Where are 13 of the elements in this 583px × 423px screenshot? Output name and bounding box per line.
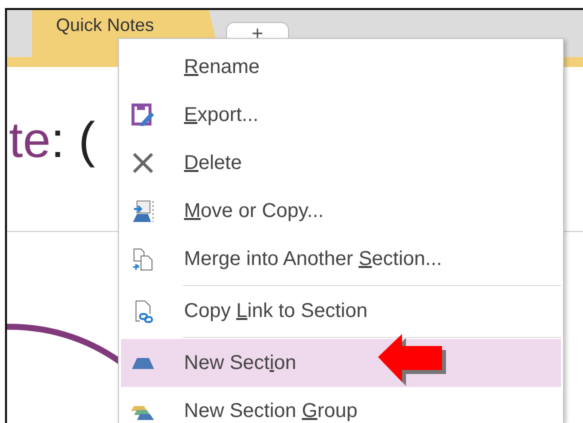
page-title: te: ( [9, 115, 96, 165]
close-icon [131, 151, 155, 175]
menu-item[interactable]: New Section Group [121, 387, 561, 423]
move-icon [131, 199, 155, 223]
menu-item[interactable]: Export... [121, 91, 561, 139]
menu-item[interactable]: Delete [121, 139, 561, 187]
section-tab-icon [131, 358, 155, 368]
export-icon [131, 103, 155, 127]
menu-item[interactable]: Merge into Another Section... [121, 235, 561, 283]
menu-item[interactable]: New Section [121, 339, 561, 387]
menu-item[interactable]: Move or Copy... [121, 187, 561, 235]
merge-icon [131, 247, 155, 271]
menu-item[interactable]: Copy Link to Section [121, 287, 561, 335]
